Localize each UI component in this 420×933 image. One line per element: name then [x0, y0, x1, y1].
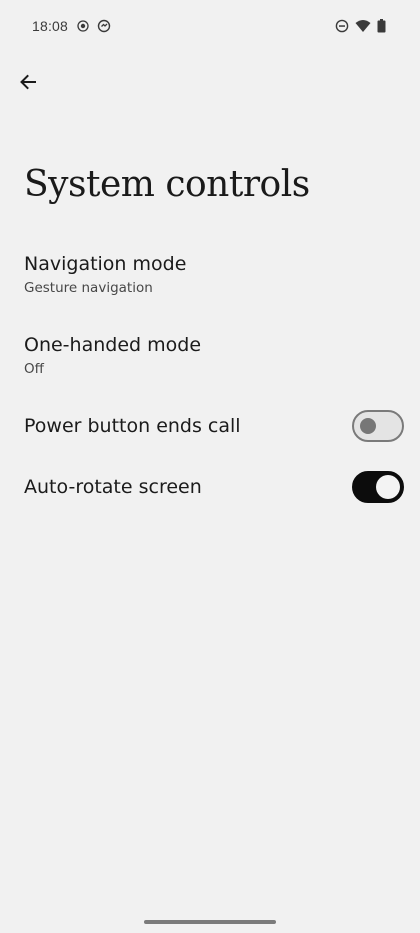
setting-summary: Off — [24, 361, 44, 377]
auto-rotate-screen-toggle[interactable] — [352, 471, 404, 503]
power-button-ends-call-toggle[interactable] — [352, 410, 404, 442]
arrow-back-icon — [18, 72, 38, 92]
back-button[interactable] — [14, 68, 42, 96]
setting-navigation-mode[interactable]: Navigation mode Gesture navigation — [0, 240, 420, 310]
setting-title: Navigation mode — [24, 253, 187, 275]
screen-record-icon — [77, 20, 89, 32]
setting-title: Auto-rotate screen — [24, 476, 202, 498]
setting-one-handed-mode[interactable]: One-handed mode Off — [0, 321, 420, 391]
data-saver-icon — [97, 19, 111, 33]
status-right-icons — [335, 19, 386, 33]
setting-summary: Gesture navigation — [24, 280, 153, 296]
status-time: 18:08 — [32, 18, 69, 34]
gesture-navigation-handle[interactable] — [144, 920, 276, 924]
setting-auto-rotate-screen[interactable]: Auto-rotate screen — [0, 463, 420, 513]
page-title: System controls — [24, 164, 310, 205]
status-bar: 18:08 — [0, 0, 420, 54]
setting-title: One-handed mode — [24, 334, 202, 356]
status-left-icons — [77, 19, 111, 33]
setting-title: Power button ends call — [24, 415, 241, 437]
battery-icon — [377, 19, 386, 33]
toggle-thumb — [376, 475, 400, 499]
setting-power-button-ends-call[interactable]: Power button ends call — [0, 402, 420, 452]
do-not-disturb-icon — [335, 19, 349, 33]
toggle-thumb — [360, 418, 376, 434]
wifi-icon — [355, 19, 371, 33]
